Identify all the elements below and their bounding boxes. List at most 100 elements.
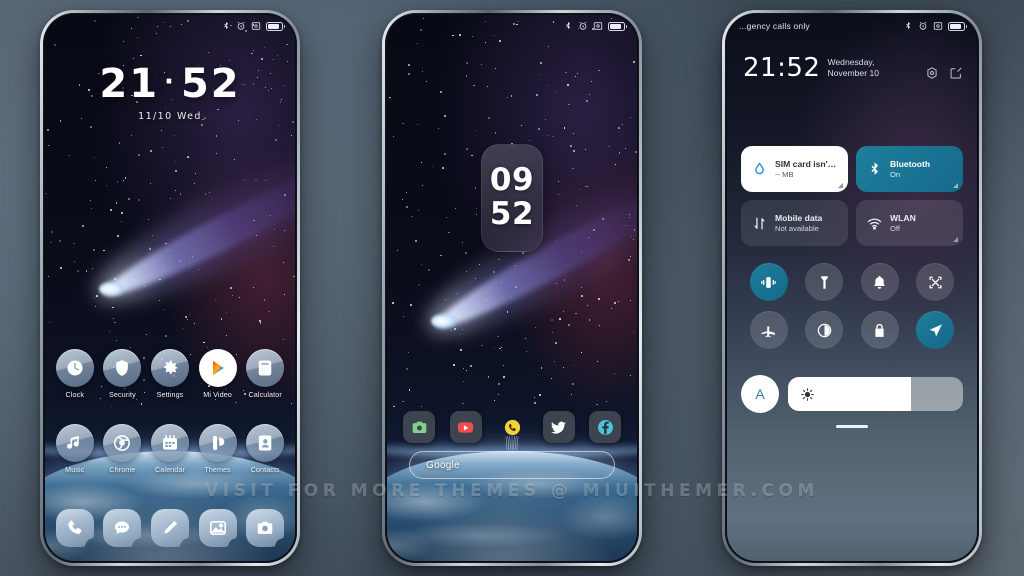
- battery-icon: [266, 21, 285, 31]
- app-camera[interactable]: [403, 411, 435, 443]
- battery-icon: [608, 21, 627, 31]
- edit-icon[interactable]: [949, 66, 963, 80]
- bell-icon: [874, 275, 886, 289]
- app-security[interactable]: Security: [100, 349, 144, 399]
- bluetooth-icon: [906, 21, 911, 30]
- bluetooth-icon: [865, 160, 883, 178]
- toggle-dark-mode[interactable]: [805, 311, 844, 349]
- app-twitter[interactable]: [542, 411, 575, 443]
- phone3-brightness-row: A: [741, 375, 963, 413]
- app-chrome[interactable]: Chrome: [100, 424, 144, 474]
- app-contacts[interactable]: Contacts: [243, 424, 287, 474]
- search-placeholder: Google: [426, 459, 461, 471]
- app-label: Contacts: [250, 465, 280, 474]
- camera-icon[interactable]: [246, 509, 285, 547]
- app-calendar[interactable]: Calendar: [148, 424, 192, 474]
- toggle-airplane-mode[interactable]: [749, 311, 788, 349]
- phone-mockup-homescreen: 09 52 Google: [382, 10, 642, 566]
- app-label: Themes: [204, 465, 231, 474]
- tile-wlan[interactable]: WLAN Off: [856, 200, 963, 246]
- app-clock[interactable]: Clock: [53, 349, 97, 399]
- toggle-ringer[interactable]: [860, 263, 899, 301]
- app-facebook[interactable]: [589, 411, 621, 443]
- phone2-hours: 09: [489, 162, 535, 199]
- bluetooth-icon: [224, 21, 229, 30]
- app-whatsapp[interactable]: [496, 411, 528, 451]
- toggle-screenshot[interactable]: [916, 263, 955, 301]
- brightness-slider[interactable]: [788, 377, 963, 411]
- phone3-drag-handle[interactable]: [836, 425, 868, 428]
- mi-video-icon: [198, 349, 237, 387]
- app-settings[interactable]: Settings: [148, 349, 192, 399]
- phone1-time-separator: ·: [164, 67, 176, 97]
- twitter-icon: [551, 421, 566, 434]
- mobile-data-icon: [750, 214, 768, 232]
- app-calculator[interactable]: Calculator: [243, 349, 287, 399]
- app-label: Chrome: [109, 465, 136, 474]
- phone3-toggle-grid: [741, 263, 963, 349]
- alarm-icon: [919, 21, 927, 30]
- google-search-bar[interactable]: Google: [409, 451, 615, 479]
- music-note-icon: [55, 424, 94, 462]
- phone1-app-grid-row2: Music Chrome Calendar Themes Contacts: [51, 424, 289, 474]
- vibrate-icon: [761, 276, 777, 288]
- facebook-icon: [597, 419, 613, 435]
- pencil-icon[interactable]: [150, 509, 189, 547]
- youtube-icon: [457, 421, 474, 433]
- phone3-header: 21:52 Wednesday, November 10: [743, 55, 963, 81]
- flashlight-icon: [820, 275, 828, 289]
- app-label: Calendar: [155, 465, 185, 474]
- battery-icon: [948, 21, 967, 31]
- phone-mockup-control-center: ...gency calls only 21:52 Wednesday, Nov…: [722, 10, 982, 566]
- app-mi-video[interactable]: Mi Video: [196, 349, 240, 399]
- app-label: Security: [109, 390, 136, 399]
- airplane-icon: [761, 325, 776, 337]
- clock-icon: [55, 349, 94, 387]
- phone1-date: 11/10 Wed: [138, 111, 202, 122]
- tile-subtitle: Off: [890, 224, 900, 233]
- screenshot-icon: [593, 22, 603, 30]
- app-label: Music: [65, 465, 85, 474]
- tile-mobile-data[interactable]: Mobile data Not available: [741, 200, 848, 246]
- phone1-screen: 21 · 52 11/10 Wed Clock Security Setting…: [45, 15, 295, 561]
- phone1-app-grid-row1: Clock Security Settings Mi Video Calcula…: [51, 349, 289, 399]
- settings-icon[interactable]: [925, 66, 939, 80]
- tile-bluetooth[interactable]: Bluetooth On: [856, 146, 963, 192]
- phone2-screen: 09 52 Google: [387, 15, 637, 561]
- phone2-bezel: 09 52 Google: [385, 13, 639, 563]
- app-label: Clock: [65, 390, 85, 399]
- tile-title: Mobile data: [775, 213, 823, 223]
- toggle-lock[interactable]: [860, 311, 899, 349]
- app-themes[interactable]: Themes: [196, 424, 240, 474]
- shield-icon: [103, 349, 142, 387]
- fingerprint-icon: [505, 435, 519, 451]
- phone2-status-bar: [387, 15, 637, 37]
- app-youtube[interactable]: [449, 411, 482, 443]
- tile-expand-corner[interactable]: [953, 237, 958, 242]
- message-icon[interactable]: [103, 509, 142, 547]
- tile-expand-corner[interactable]: [838, 183, 843, 188]
- app-music[interactable]: Music: [53, 424, 97, 474]
- toggle-flashlight[interactable]: [805, 263, 844, 301]
- gallery-icon[interactable]: [198, 509, 237, 547]
- toggle-location[interactable]: [916, 311, 955, 349]
- tile-expand-corner[interactable]: [953, 183, 958, 188]
- phone3-screen: ...gency calls only 21:52 Wednesday, Nov…: [727, 15, 977, 561]
- location-icon: [929, 323, 942, 337]
- auto-brightness-button[interactable]: A: [741, 375, 779, 413]
- brightness-icon: [801, 387, 814, 401]
- toggle-vibrate[interactable]: [749, 263, 788, 301]
- phone1-dock: [51, 509, 289, 547]
- tile-data-usage[interactable]: SIM card isn't inserted -- MB: [741, 146, 848, 192]
- phone1-minutes: 52: [180, 61, 241, 107]
- phone-icon[interactable]: [55, 509, 94, 547]
- phone2-clock-widget[interactable]: 09 52: [481, 144, 543, 252]
- phone3-header-actions: [925, 66, 963, 80]
- phone3-status-bar: ...gency calls only: [727, 15, 977, 37]
- phone-mockup-lockscreen: 21 · 52 11/10 Wed Clock Security Setting…: [40, 10, 300, 566]
- lock-icon: [875, 323, 884, 337]
- phone2-app-row: [403, 411, 621, 451]
- phone1-time: 21 · 52: [45, 61, 295, 107]
- calendar-icon: [150, 424, 189, 462]
- phone3-time: 21:52: [743, 53, 821, 83]
